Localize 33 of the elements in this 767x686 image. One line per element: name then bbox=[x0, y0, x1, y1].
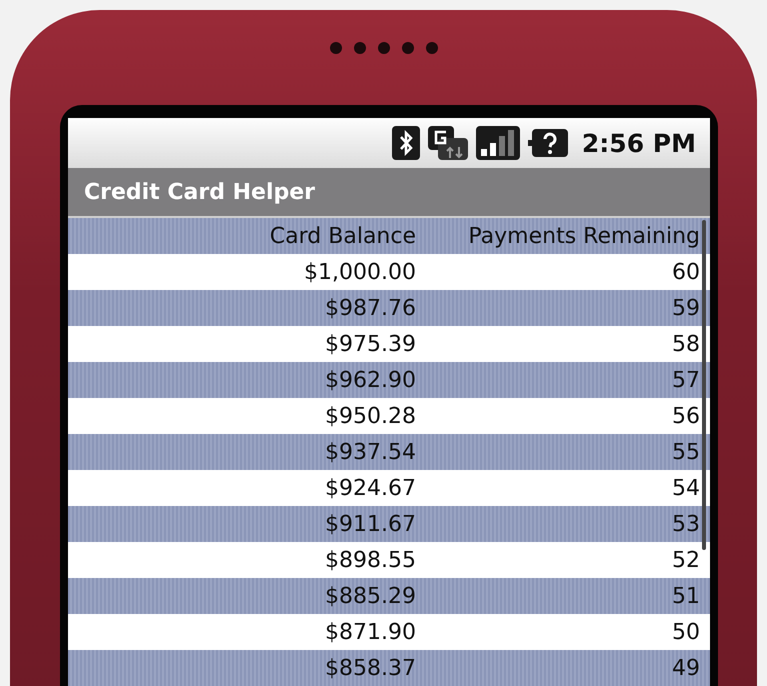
bluetooth-icon bbox=[392, 126, 420, 160]
payments-cell-text: 55 bbox=[671, 440, 700, 464]
payments-cell-text: 57 bbox=[671, 368, 700, 392]
payments-cell-text: 53 bbox=[671, 512, 700, 536]
column-header: Payments Remaining bbox=[467, 224, 700, 248]
balance-cell-text: $911.67 bbox=[324, 512, 416, 536]
balance-cell-text: $937.54 bbox=[324, 440, 416, 464]
payments-cell-text: 58 bbox=[671, 332, 700, 356]
balance-cell-text: $975.39 bbox=[324, 332, 416, 356]
balance-cell-text: $950.28 bbox=[324, 404, 416, 428]
clock-time: 2:56 PM bbox=[582, 128, 696, 158]
app-title: Credit Card Helper bbox=[84, 180, 316, 204]
unknown-battery-icon bbox=[528, 129, 568, 157]
payments-cell-text: 54 bbox=[671, 476, 700, 500]
signal-icon bbox=[476, 126, 520, 160]
balance-cell-text: $924.67 bbox=[324, 476, 416, 500]
balance-cell-text: $885.29 bbox=[324, 584, 416, 608]
column-header: Card Balance bbox=[268, 224, 416, 248]
balance-cell-text: $962.90 bbox=[324, 368, 416, 392]
balance-cell-text: $898.55 bbox=[324, 548, 416, 572]
speaker-icon bbox=[328, 41, 438, 55]
payments-cell-text: 59 bbox=[671, 296, 700, 320]
payments-cell-text: 51 bbox=[671, 584, 700, 608]
data-network-icon bbox=[428, 126, 468, 160]
balance-cell-text: $1,000.00 bbox=[303, 260, 416, 284]
balance-cell-text: $858.37 bbox=[324, 656, 416, 680]
payments-cell-text: 60 bbox=[671, 260, 700, 284]
payments-cell-text: 50 bbox=[671, 620, 700, 644]
payments-cell-text: 52 bbox=[671, 548, 700, 572]
balance-cell-text: $987.76 bbox=[324, 296, 416, 320]
payments-cell-text: 49 bbox=[671, 656, 700, 680]
balance-cell-text: $871.90 bbox=[324, 620, 416, 644]
payments-cell-text: 56 bbox=[671, 404, 700, 428]
